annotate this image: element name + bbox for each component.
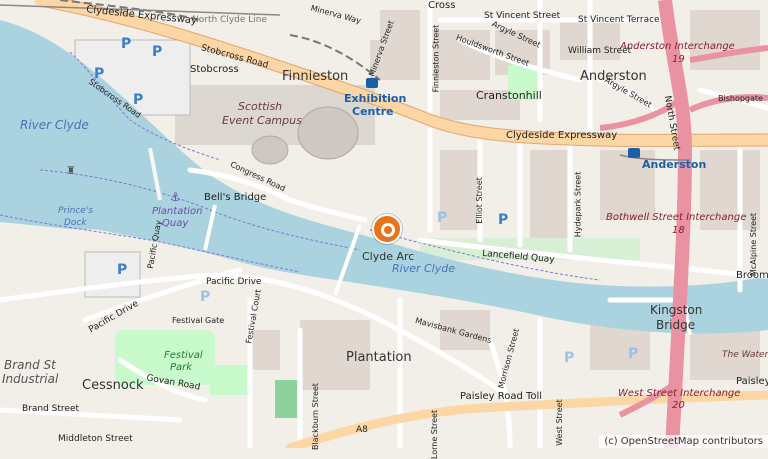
parking-icon: P (200, 289, 211, 305)
parking-icon: P (152, 44, 163, 60)
map-attribution[interactable]: (c) OpenStreetMap contributors (599, 435, 768, 448)
parking-icon: P (117, 262, 128, 278)
parking-icon: P (437, 210, 448, 226)
arena-building (297, 106, 359, 160)
anderston-station-icon[interactable] (628, 148, 640, 158)
parking-icon: P (94, 66, 105, 82)
parking-icon: P (628, 346, 639, 362)
parking-icon: P (133, 92, 144, 108)
parking-icon: P (121, 36, 132, 52)
museum-icon: ♜ (66, 164, 76, 177)
parking-icon: P (564, 350, 575, 366)
location-pin-icon[interactable] (372, 214, 402, 244)
exhibition-centre-station-icon[interactable] (366, 78, 378, 88)
anchor-icon: ⚓ (170, 190, 181, 204)
armadillo-building (251, 135, 289, 165)
parking-icon: P (498, 212, 509, 228)
